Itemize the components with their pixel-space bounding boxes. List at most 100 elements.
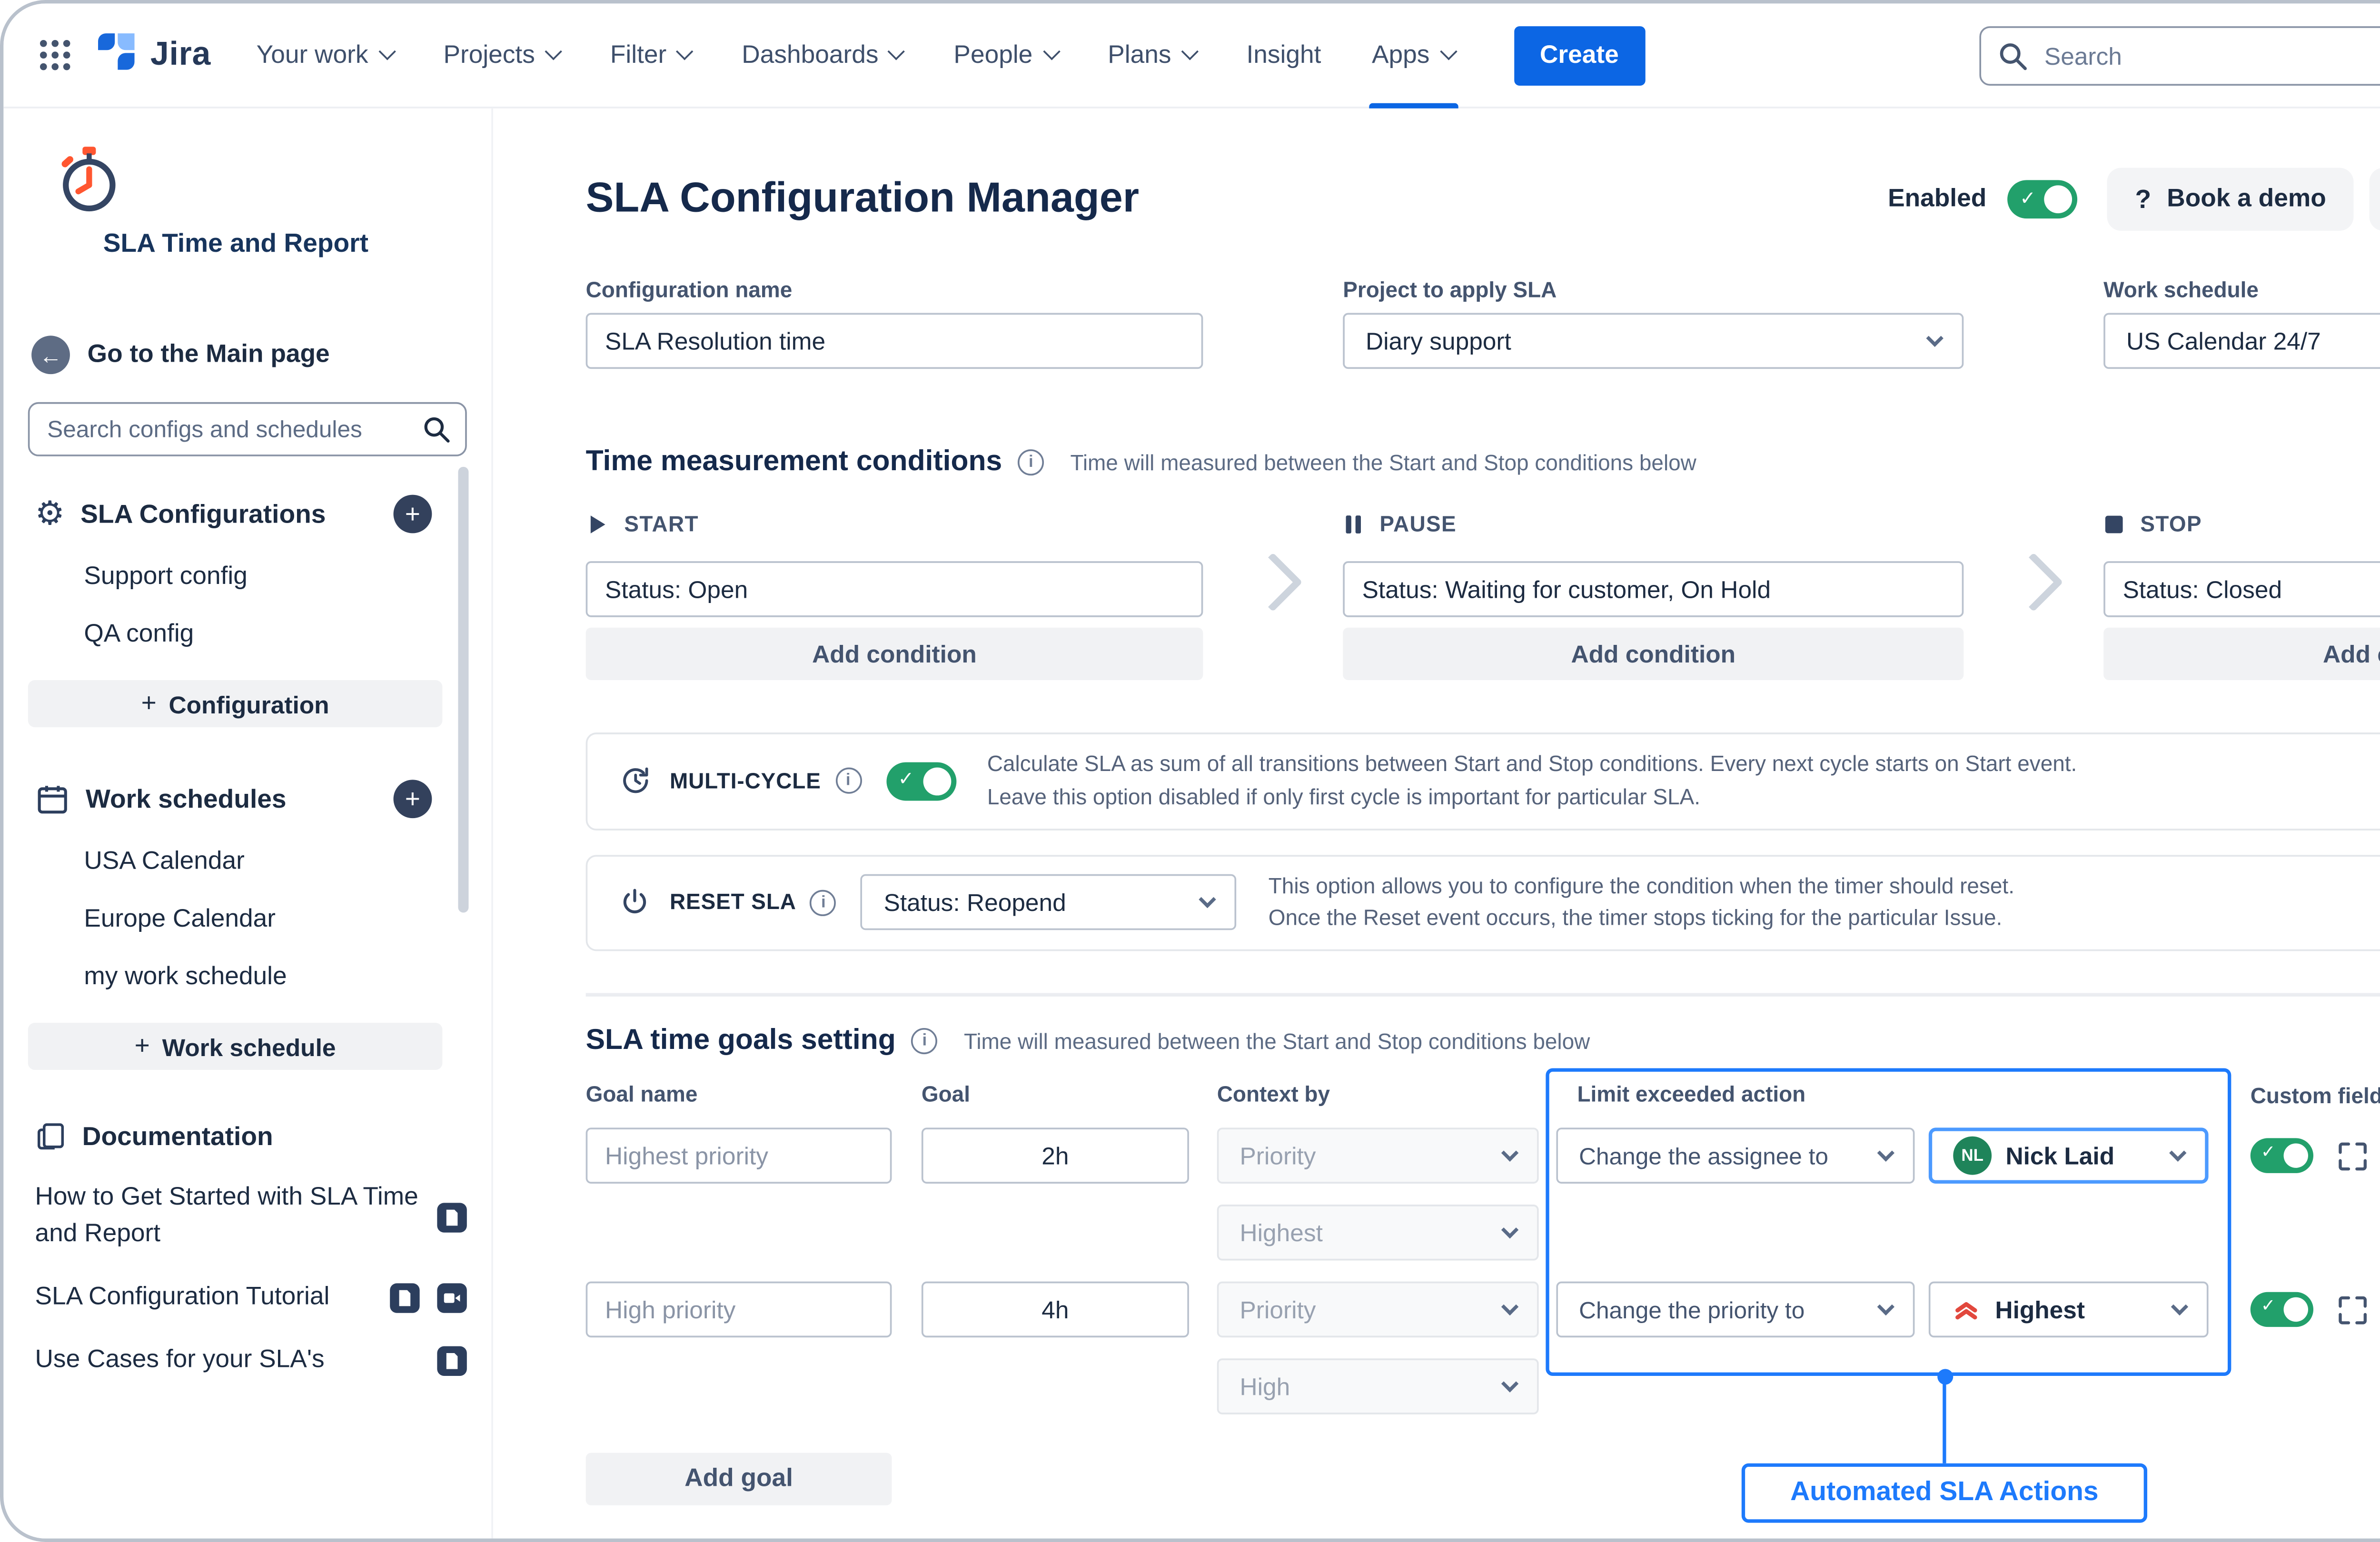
book-a-demo-button[interactable]: ? Book a demo	[2107, 168, 2354, 231]
reset-sla-select[interactable]: Status: Reopend	[861, 875, 1237, 931]
add-goal-button[interactable]: Add goal	[586, 1453, 892, 1505]
context-value-select[interactable]: High	[1217, 1358, 1539, 1414]
nav-item-people[interactable]: People	[953, 3, 1057, 108]
condition-label: STOP	[2140, 512, 2202, 536]
project-select[interactable]: Diary support	[1343, 313, 1964, 369]
chevron-down-icon	[1439, 43, 1457, 60]
configuration-name-input[interactable]	[586, 313, 1203, 369]
sidebar-search-input[interactable]	[28, 402, 467, 456]
nav-item-filter[interactable]: Filter	[610, 3, 691, 108]
pause-condition-input[interactable]	[1343, 561, 1964, 617]
pause-add-condition-button[interactable]: Add condition	[1343, 628, 1964, 680]
doc-label: How to Get Started with SLA Time and Rep…	[35, 1180, 423, 1254]
search-icon	[421, 415, 451, 444]
article-badge-icon	[390, 1283, 419, 1313]
context-by-select[interactable]: Priority	[1217, 1127, 1539, 1184]
stop-condition-input[interactable]	[2103, 561, 2380, 617]
chevron-down-icon	[676, 43, 694, 60]
nav-item-projects[interactable]: Projects	[443, 3, 559, 108]
reset-sla-label: RESET SLA	[670, 890, 796, 915]
chevron-down-icon	[1877, 1297, 1894, 1315]
add-schedule-icon[interactable]: +	[394, 780, 432, 818]
stop-add-condition-button[interactable]: Add condition	[2103, 628, 2380, 680]
goal-value-input[interactable]	[922, 1282, 1189, 1338]
app-name: SLA Time and Report	[103, 229, 464, 258]
article-badge-icon	[437, 1202, 466, 1232]
button-label: Book a demo	[2167, 185, 2326, 213]
custom-field-toggle[interactable]: ✓	[2251, 1292, 2313, 1327]
nav-label: Plans	[1108, 41, 1171, 69]
expand-icon[interactable]	[2336, 1139, 2370, 1172]
select-value: Highest	[1240, 1218, 1504, 1246]
context-value-row: High	[1217, 1358, 2380, 1414]
section-title: SLA Configurations	[80, 499, 326, 529]
plus-icon: +	[141, 689, 157, 718]
context-value-select[interactable]: Highest	[1217, 1205, 1539, 1261]
goal-name-input[interactable]	[586, 1127, 892, 1184]
search-input[interactable]	[1980, 25, 2380, 85]
nav-item-dashboards[interactable]: Dashboards	[742, 3, 903, 108]
context-by-select[interactable]: Priority	[1217, 1282, 1539, 1338]
nav-item-insight[interactable]: Insight	[1246, 3, 1321, 108]
select-value: US Calendar 24/7	[2126, 327, 2380, 355]
start-add-condition-button[interactable]: Add condition	[586, 628, 1203, 680]
pause-condition-column: PAUSE Add condition	[1343, 511, 1964, 680]
select-value: Change the assignee to	[1579, 1143, 1880, 1169]
sidebar-item-usa-calendar[interactable]: USA Calendar	[84, 848, 463, 876]
info-icon[interactable]: i	[912, 1028, 938, 1054]
go-to-main-page-link[interactable]: ← Go to the Main page	[31, 336, 463, 374]
chevron-down-icon	[1877, 1144, 1894, 1161]
nav-right-controls: 9+ ? ⚙	[1980, 25, 2380, 85]
add-configuration-icon[interactable]: +	[394, 495, 432, 534]
info-icon[interactable]: i	[810, 890, 836, 916]
setup-wizard-button[interactable]: Setup Wizard	[2370, 168, 2380, 231]
add-configuration-button[interactable]: + Configuration	[28, 680, 443, 727]
sidebar-item-my-work-schedule[interactable]: my work schedule	[84, 963, 463, 991]
add-work-schedule-button[interactable]: + Work schedule	[28, 1023, 443, 1070]
nav-item-apps[interactable]: Apps	[1372, 3, 1454, 108]
custom-field-toggle[interactable]: ✓	[2251, 1138, 2313, 1173]
info-icon[interactable]: i	[1018, 449, 1044, 475]
sidebar-item-qa-config[interactable]: QA config	[84, 621, 463, 649]
enabled-label: Enabled	[1888, 185, 1986, 213]
nav-item-your-work[interactable]: Your work	[257, 3, 393, 108]
stop-icon	[2103, 514, 2124, 535]
doc-item-configuration-tutorial[interactable]: SLA Configuration Tutorial	[35, 1280, 466, 1316]
expand-icon[interactable]	[2336, 1293, 2370, 1326]
multi-cycle-toggle[interactable]: ✓	[886, 762, 956, 801]
create-button[interactable]: Create	[1514, 25, 1645, 85]
select-value: Nick Laid	[2005, 1142, 2158, 1170]
priority-select[interactable]: Highest	[1929, 1282, 2209, 1338]
limit-action-type-select[interactable]: Change the assignee to	[1556, 1127, 1914, 1184]
goal-value-input[interactable]	[922, 1127, 1189, 1184]
work-schedule-select[interactable]: US Calendar 24/7	[2103, 313, 2380, 369]
start-condition-input[interactable]	[586, 561, 1203, 617]
question-icon: ?	[2135, 185, 2152, 214]
sidebar-item-support-config[interactable]: Support config	[84, 563, 463, 591]
chevron-down-icon	[1501, 1220, 1518, 1237]
column-header-goal-name: Goal name	[586, 1082, 922, 1110]
info-icon[interactable]: i	[835, 768, 861, 794]
jira-logo[interactable]: Jira	[94, 29, 211, 81]
enabled-toggle[interactable]: ✓	[2007, 180, 2077, 218]
sidebar-scrollbar[interactable]	[458, 467, 468, 913]
app-switcher-icon[interactable]	[28, 29, 80, 81]
gear-icon: ⚙	[35, 497, 65, 531]
nav-item-plans[interactable]: Plans	[1108, 3, 1196, 108]
goal-name-input[interactable]	[586, 1282, 892, 1338]
documents-icon	[35, 1119, 66, 1154]
sidebar-item-europe-calendar[interactable]: Europe Calendar	[84, 906, 463, 934]
chevron-down-icon	[1501, 1297, 1518, 1315]
callout-connector-line	[1943, 1379, 1946, 1463]
calendar-icon	[35, 781, 69, 816]
select-value: Diary support	[1366, 327, 1929, 355]
assignee-select[interactable]: NL Nick Laid	[1929, 1127, 2209, 1184]
limit-action-type-select[interactable]: Change the priority to	[1556, 1282, 1914, 1338]
doc-item-use-cases[interactable]: Use Cases for your SLA's	[35, 1343, 466, 1379]
work-schedules-header: Work schedules +	[35, 780, 432, 818]
goals-table-header: Goal name Goal Context by Limit exceeded…	[586, 1082, 2380, 1110]
jira-logo-text: Jira	[150, 36, 211, 74]
chevron-down-icon	[1042, 43, 1060, 60]
nav-label: Dashboards	[742, 41, 878, 69]
doc-item-get-started[interactable]: How to Get Started with SLA Time and Rep…	[35, 1180, 466, 1254]
